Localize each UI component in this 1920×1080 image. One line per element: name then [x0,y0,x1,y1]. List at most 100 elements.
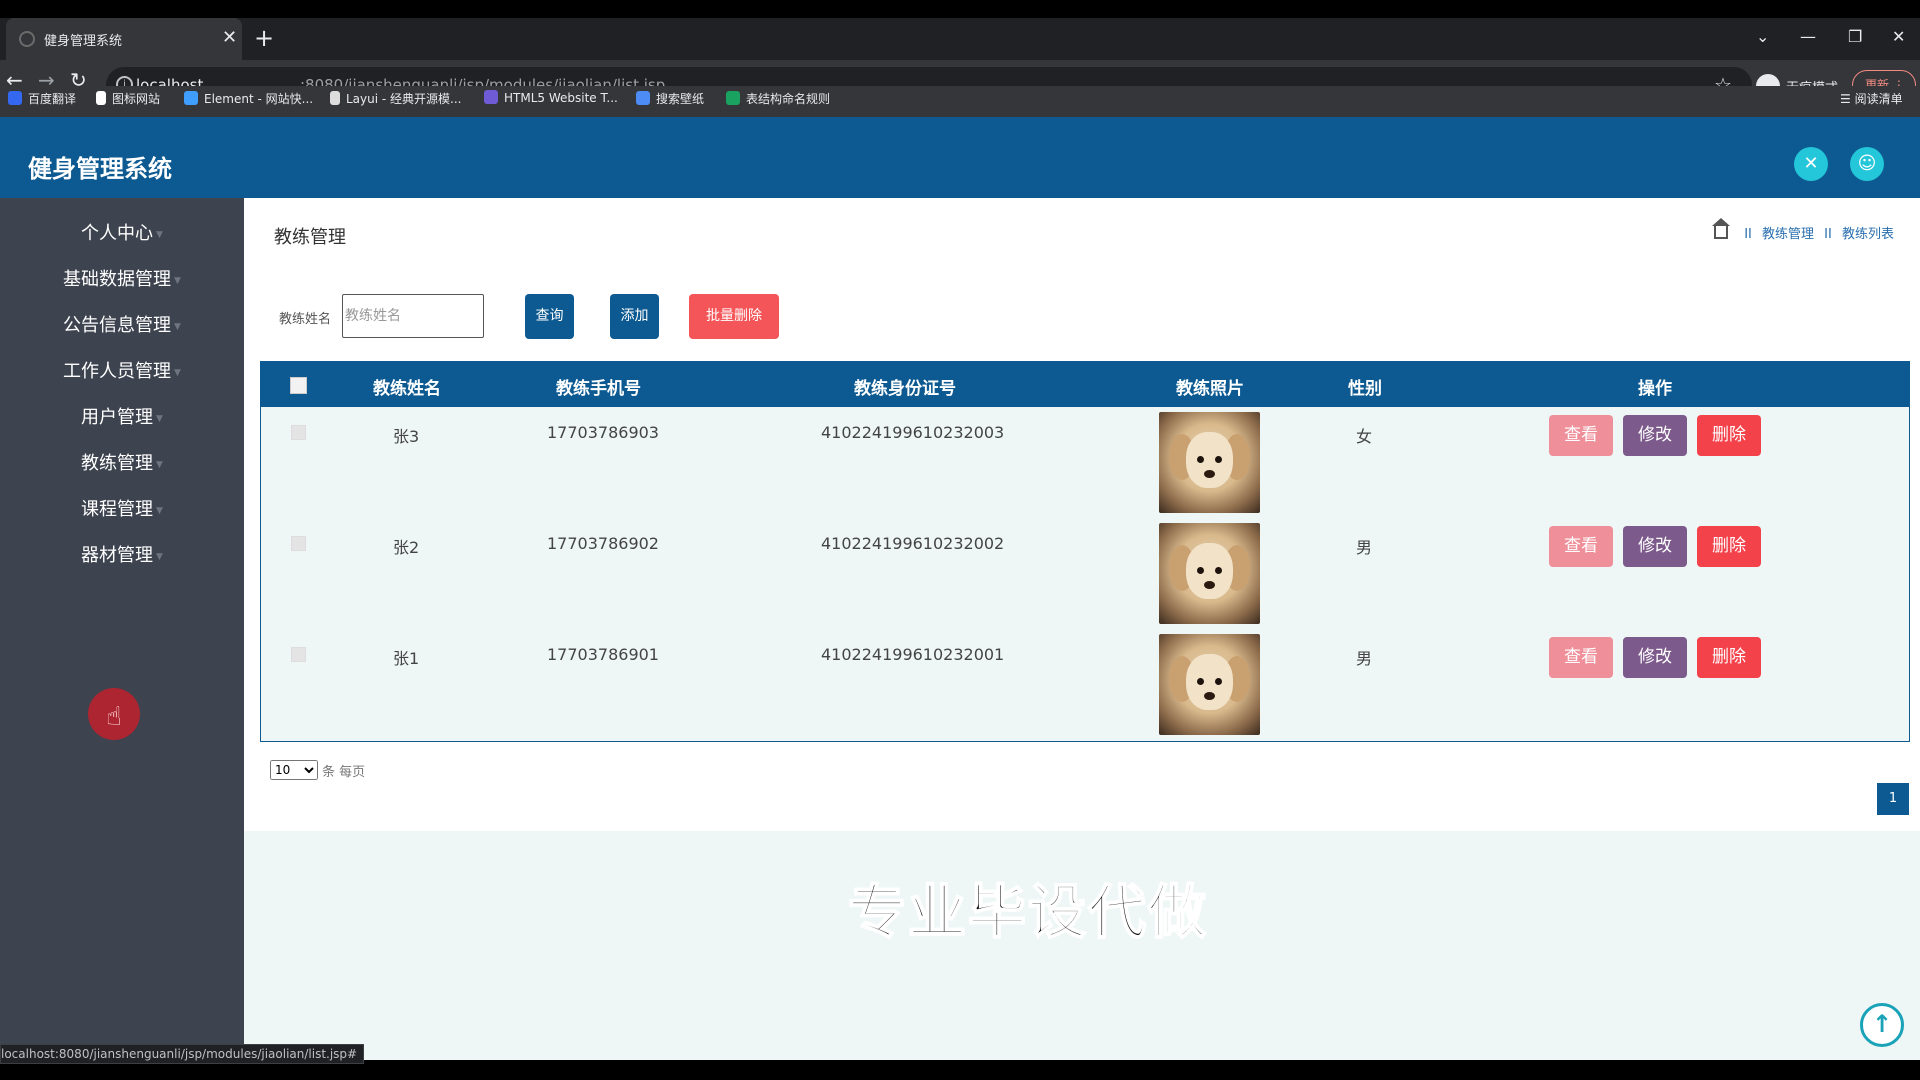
user-icon[interactable]: ☺ [1850,147,1884,181]
bookmark-label: 表结构命名规则 [746,92,831,106]
bookmark-item[interactable]: HTML5 Website T... [484,90,618,110]
table-row: 张1 17703786901 410224199610232001 男 查看 修… [261,629,1909,740]
breadcrumb-separator: II [1744,227,1752,242]
sidebar-item-coaches[interactable]: 教练管理 ▼ [0,441,244,487]
tab-search-icon[interactable]: ⌄ [1756,27,1769,46]
batch-delete-button[interactable]: 批量删除 [689,294,779,339]
bookmark-label: 搜索壁纸 [656,92,705,106]
sidebar-item-label: 教练管理 [81,453,154,474]
bookmark-favicon-icon [184,91,198,105]
bookmark-favicon-icon [484,90,498,104]
sidebar: 个人中心 ▼ 基础数据管理 ▼ 公告信息管理 ▼ 工作人员管理 ▼ 用户管理 ▼ 教练管理… [0,198,244,1060]
sidebar-item-equipment[interactable]: 器材管理 ▼ [0,533,244,579]
edit-button[interactable]: 修改 [1623,415,1687,456]
sidebar-item-base-data[interactable]: 基础数据管理 ▼ [0,257,244,303]
breadcrumb-separator: II [1824,227,1832,242]
view-button[interactable]: 查看 [1549,637,1613,678]
column-header: 教练姓名 [373,379,441,399]
bookmark-item[interactable]: Layui - 经典开源模... [330,90,461,110]
page-number-button[interactable]: 1 [1877,783,1909,815]
app-title: 健身管理系统 [28,155,172,183]
caret-icon: ▼ [156,506,163,516]
table-row: 张3 17703786903 410224199610232003 女 查看 修… [261,407,1909,518]
select-all-checkbox[interactable] [290,377,307,394]
bookmark-item[interactable]: 表结构命名规则 [726,90,830,110]
home-icon[interactable] [1712,218,1731,239]
cell-name: 张2 [393,538,420,557]
status-bar-url: localhost:8080/jianshenguanli/jsp/module… [0,1044,365,1064]
bookmark-label: Element - 网站快... [204,92,314,106]
caret-icon: ▼ [174,276,181,286]
bookmark-label: 百度翻译 [28,92,77,106]
delete-button[interactable]: 删除 [1697,637,1761,678]
breadcrumb-item: 教练列表 [1841,227,1894,242]
caret-icon: ▼ [156,230,163,240]
tab-close-icon[interactable]: ✕ [222,27,237,48]
bookmark-item[interactable]: 图标网站 [96,90,160,110]
sidebar-item-label: 器材管理 [81,545,154,566]
sidebar-item-staff[interactable]: 工作人员管理 ▼ [0,349,244,395]
view-button[interactable]: 查看 [1549,415,1613,456]
edit-button[interactable]: 修改 [1623,637,1687,678]
query-button[interactable]: 查询 [525,294,574,339]
new-tab-icon[interactable]: + [254,24,274,52]
window-close-icon[interactable]: ✕ [1892,27,1905,46]
tab-title: 健身管理系统 [44,34,123,49]
minimize-icon[interactable]: — [1800,27,1816,46]
delete-button[interactable]: 删除 [1697,415,1761,456]
cell-gender: 女 [1356,427,1373,446]
cell-id-card: 410224199610232002 [821,534,1005,553]
sidebar-item-label: 用户管理 [81,407,154,428]
row-checkbox[interactable] [291,647,306,662]
reading-list-label: 阅读清单 [1854,92,1903,106]
bookmark-item[interactable]: 百度翻译 [8,90,76,110]
caret-icon: ▼ [156,552,163,562]
view-button[interactable]: 查看 [1549,526,1613,567]
coach-name-search-input[interactable] [342,294,484,338]
bookmarks-bar: 百度翻译 图标网站 Element - 网站快... Layui - 经典开源模… [0,86,1920,114]
caret-icon: ▼ [156,460,163,470]
sidebar-item-announcements[interactable]: 公告信息管理 ▼ [0,303,244,349]
reading-list-icon: ☰ [1840,92,1855,106]
reading-list[interactable]: ☰ 阅读清单 [1840,90,1903,107]
bookmark-label: HTML5 Website T... [504,91,618,105]
bookmark-item[interactable]: Element - 网站快... [184,90,313,110]
tab-favicon-icon [19,31,35,47]
back-to-top-icon[interactable]: ↑ [1860,1003,1904,1047]
edit-button[interactable]: 修改 [1623,526,1687,567]
delete-button[interactable]: 删除 [1697,526,1761,567]
sidebar-item-label: 公告信息管理 [63,315,172,336]
cell-name: 张3 [393,427,420,446]
sidebar-item-personal-center[interactable]: 个人中心 ▼ [0,211,244,257]
page-size-select[interactable]: 10 [270,760,318,780]
fullscreen-icon[interactable]: ✕ [1794,147,1828,181]
coach-table: 教练姓名 教练手机号 教练身份证号 教练照片 性别 操作 张3 17703786… [260,361,1910,742]
cell-phone: 17703786901 [547,645,659,664]
bookmark-item[interactable]: 搜索壁纸 [636,90,704,110]
sidebar-item-users[interactable]: 用户管理 ▼ [0,395,244,441]
cell-gender: 男 [1356,538,1373,557]
watermark-caption: 专业毕设代做 [847,877,1209,947]
hand-cursor-icon: ☝ [106,702,122,732]
column-header: 教练手机号 [556,379,641,399]
search-label: 教练姓名 [279,312,332,327]
coach-photo [1159,634,1260,735]
bookmark-favicon-icon [726,91,740,105]
coach-photo [1159,412,1260,513]
row-checkbox[interactable] [291,536,306,551]
bookmark-favicon-icon [636,91,650,105]
app-header: 健身管理系统 ✕ ☺ [0,117,1920,198]
table-row: 张2 17703786902 410224199610232002 男 查看 修… [261,518,1909,629]
sidebar-item-courses[interactable]: 课程管理 ▼ [0,487,244,533]
breadcrumb-item[interactable]: 教练管理 [1762,227,1814,242]
table-header: 教练姓名 教练手机号 教练身份证号 教练照片 性别 操作 [261,362,1909,407]
page-size-label: 条 每页 [322,765,366,780]
browser-tab-bar: 健身管理系统 ✕ + ⌄ — ❐ ✕ [0,18,1920,60]
add-button[interactable]: 添加 [610,294,659,339]
browser-tab[interactable]: 健身管理系统 ✕ [6,18,242,60]
cell-id-card: 410224199610232001 [821,645,1005,664]
column-header: 性别 [1348,379,1382,399]
sidebar-item-label: 课程管理 [81,499,154,520]
restore-icon[interactable]: ❐ [1848,27,1862,46]
row-checkbox[interactable] [291,425,306,440]
